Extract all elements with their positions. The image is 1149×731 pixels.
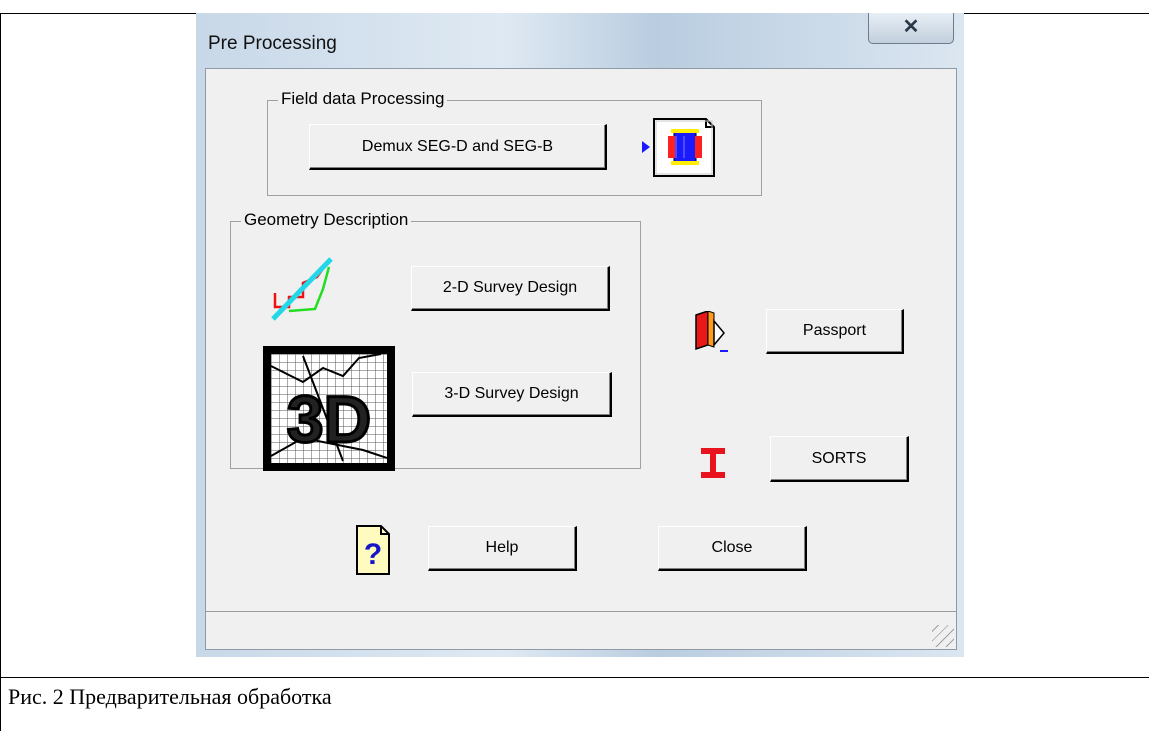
sorts-cursor-icon <box>701 448 725 478</box>
tape-document-icon <box>642 118 715 177</box>
geometry-group: Geometry Description 2-D Survey Design 3… <box>230 210 641 471</box>
document-frame-left <box>0 13 1 731</box>
help-question-glyph: ? <box>364 538 382 571</box>
demux-button[interactable]: Demux SEG-D and SEG-B <box>309 124 607 170</box>
dialog-client-area: Field data Processing Demux SEG-D and SE… <box>205 68 957 650</box>
survey-3d-icon: 3D <box>263 346 395 471</box>
passport-door-icon <box>695 311 728 352</box>
survey-2d-icon <box>271 257 333 321</box>
help-button[interactable]: Help <box>428 526 577 571</box>
sorts-button[interactable]: SORTS <box>770 436 909 482</box>
close-icon: ✕ <box>902 16 920 38</box>
resize-grip-icon[interactable] <box>932 625 954 647</box>
title-bar: Pre Processing ✕ <box>196 13 964 68</box>
help-document-icon: ? <box>356 525 390 575</box>
window-title: Pre Processing <box>208 33 337 54</box>
survey-3d-icon-text: 3D <box>287 382 371 456</box>
survey-2d-button[interactable]: 2-D Survey Design <box>411 266 610 311</box>
survey-3d-button[interactable]: 3-D Survey Design <box>412 372 612 417</box>
geometry-group-label: Geometry Description <box>241 210 412 230</box>
window-close-button[interactable]: ✕ <box>868 13 954 44</box>
passport-button[interactable]: Passport <box>766 309 904 354</box>
field-data-group: Field data Processing Demux SEG-D and SE… <box>267 89 762 196</box>
close-button[interactable]: Close <box>658 526 807 571</box>
status-bar <box>206 611 956 649</box>
figure-caption: Рис. 2 Предварительная обработка <box>8 684 332 709</box>
caption-divider <box>0 677 1149 678</box>
field-data-group-label: Field data Processing <box>278 89 448 109</box>
pre-processing-dialog: Pre Processing ✕ Field data Processing D… <box>196 13 964 657</box>
